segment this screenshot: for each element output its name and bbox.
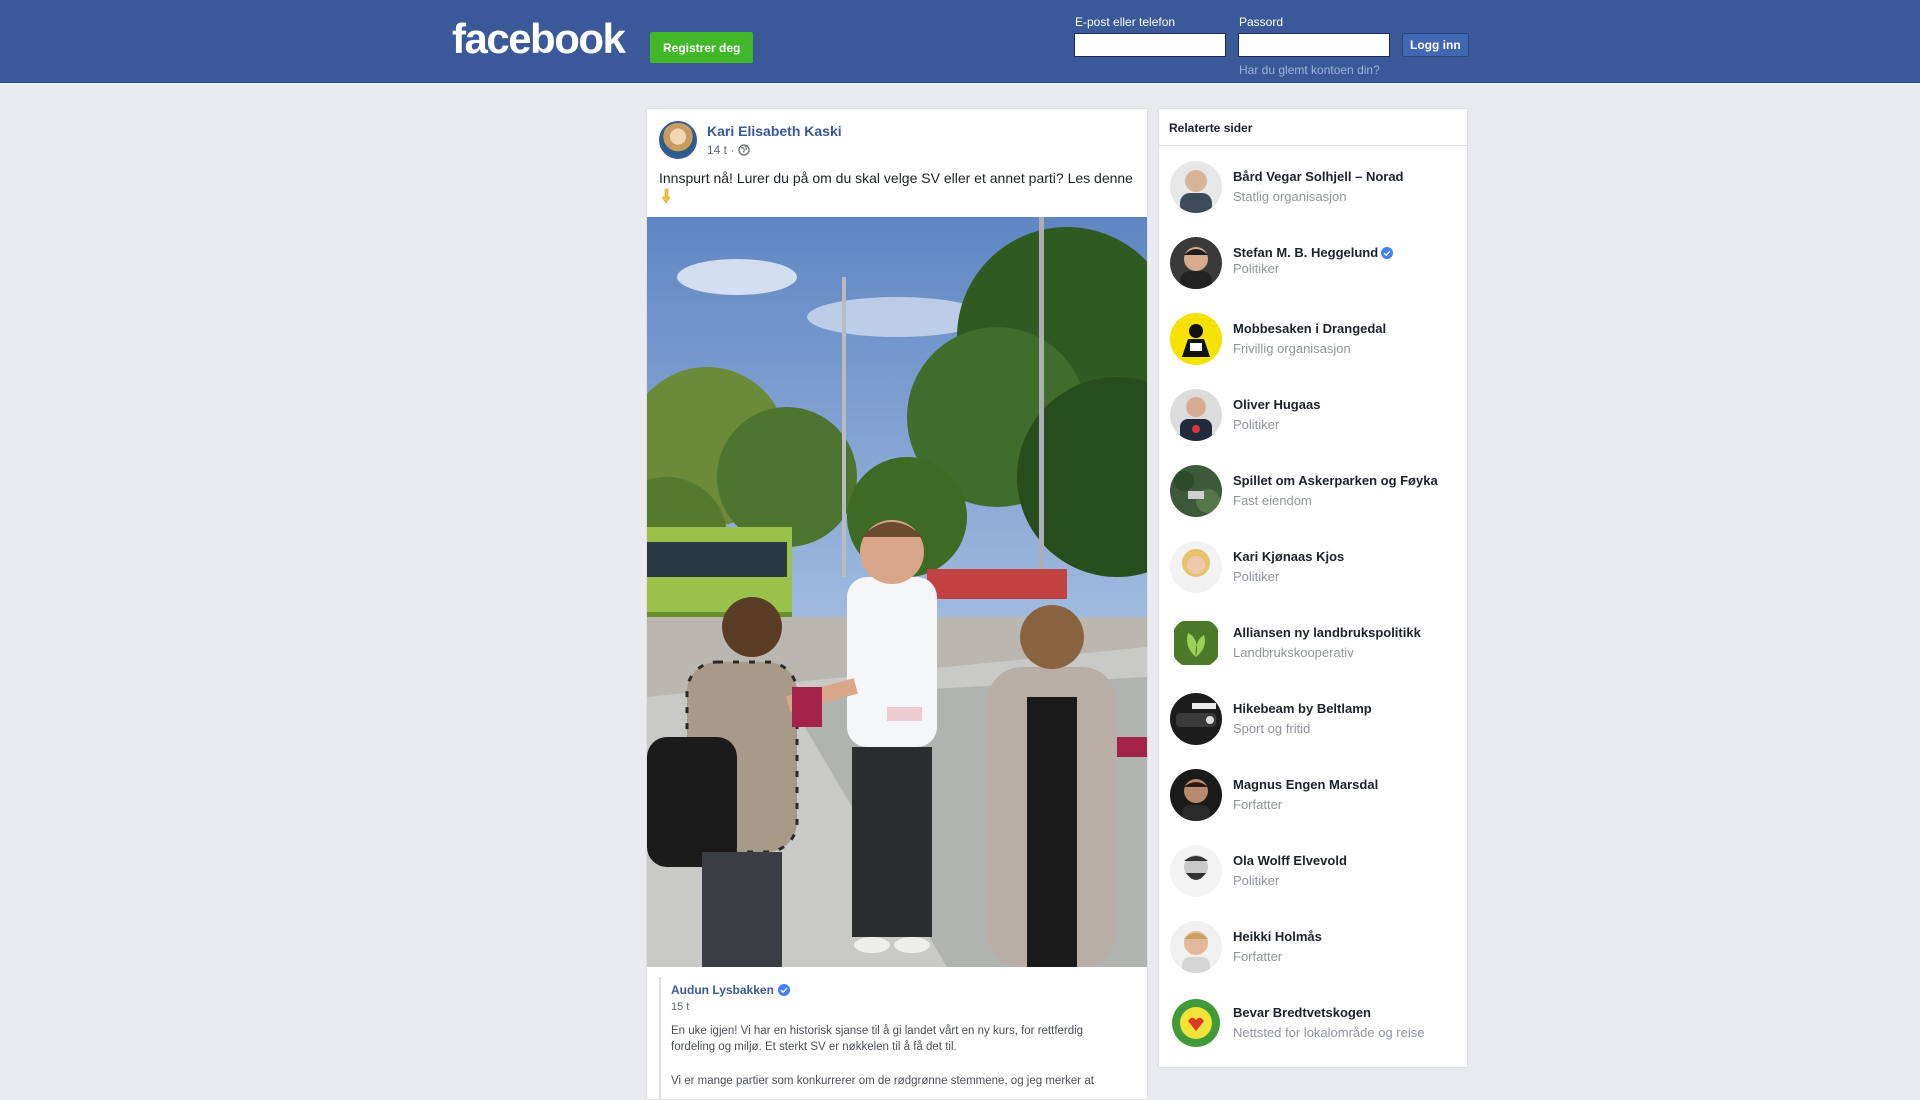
man-dark-hair-avatar-icon[interactable]	[1170, 237, 1222, 289]
page-name[interactable]: Magnus Engen Marsdal	[1233, 777, 1378, 792]
top-navigation-bar: facebook Registrer deg E-post eller tele…	[0, 0, 1920, 83]
facebook-logo[interactable]: facebook	[452, 18, 626, 60]
page-category: Forfatter	[1233, 949, 1283, 964]
shared-time[interactable]: 15 t	[671, 1001, 689, 1013]
blonde-woman-avatar-icon[interactable]	[1170, 541, 1222, 593]
page-category: Politiker	[1233, 417, 1280, 432]
page-name-text[interactable]: Oliver Hugaas	[1233, 397, 1320, 412]
related-page-item[interactable]: Hikebeam by Beltlamp Sport og fritid	[1159, 689, 1467, 751]
post-meta: 14 t ·	[707, 143, 750, 157]
aerial-park-avatar-icon[interactable]	[1170, 465, 1222, 517]
post-time[interactable]: 14 t ·	[707, 143, 734, 157]
shared-paragraph: En uke igjen! Vi har en historisk sjanse…	[671, 1025, 1084, 1053]
related-page-item[interactable]: Mobbesaken i Drangedal Frivillig organis…	[1159, 309, 1467, 371]
page-category: Politiker	[1233, 569, 1280, 584]
related-page-item[interactable]: Bård Vegar Solhjell – Norad Statlig orga…	[1159, 157, 1467, 219]
post-text: Innspurt nå! Lurer du på om du skal velg…	[659, 169, 1135, 207]
page-name-text[interactable]: Mobbesaken i Drangedal	[1233, 321, 1386, 336]
post-card: Kari Elisabeth Kaski 14 t · Innspurt nå!…	[646, 108, 1148, 1100]
page-name[interactable]: Kari Kjønaas Kjos	[1233, 549, 1344, 564]
page-name[interactable]: Alliansen ny landbrukspolitikk	[1233, 625, 1421, 640]
page-name[interactable]: Spillet om Askerparken og Føyka	[1233, 473, 1438, 488]
page-name[interactable]: Bård Vegar Solhjell – Norad	[1233, 169, 1404, 184]
forgot-account-link[interactable]: Har du glemt kontoen din?	[1239, 63, 1380, 77]
author-avatar[interactable]	[659, 121, 697, 159]
page-name-text[interactable]: Stefan M. B. Heggelund	[1233, 245, 1378, 260]
related-page-item[interactable]: Heikki Holmås Forfatter	[1159, 917, 1467, 979]
related-page-item[interactable]: Stefan M. B. Heggelund Politiker	[1159, 233, 1467, 295]
page-category: Frivillig organisasjon	[1233, 341, 1351, 356]
related-page-item[interactable]: Spillet om Askerparken og Føyka Fast eie…	[1159, 461, 1467, 523]
shared-author-name[interactable]: Audun Lysbakken	[671, 983, 774, 997]
related-page-item[interactable]: Kari Kjønaas Kjos Politiker	[1159, 537, 1467, 599]
register-button[interactable]: Registrer deg	[650, 32, 754, 63]
page-name[interactable]: Ola Wolff Elvevold	[1233, 853, 1347, 868]
email-input[interactable]	[1074, 33, 1226, 57]
related-pages-title: Relaterte sider	[1169, 121, 1253, 135]
post-author-link[interactable]: Kari Elisabeth Kaski	[707, 123, 842, 139]
related-page-item[interactable]: Bevar Bredtvetskogen Nettsted for lokalo…	[1159, 993, 1467, 1055]
page-name[interactable]: Mobbesaken i Drangedal	[1233, 321, 1386, 336]
page-name-text[interactable]: Ola Wolff Elvevold	[1233, 853, 1347, 868]
page-category: Politiker	[1233, 873, 1280, 888]
page-category: Forfatter	[1233, 797, 1283, 812]
post-photo[interactable]	[647, 217, 1147, 967]
page-category: Fast eiendom	[1233, 493, 1312, 508]
page-name-text[interactable]: Bård Vegar Solhjell – Norad	[1233, 169, 1404, 184]
email-label: E-post eller telefon	[1075, 15, 1176, 29]
page-name-text[interactable]: Heikki Holmås	[1233, 929, 1322, 944]
page-category: Politiker	[1233, 261, 1280, 276]
page-name[interactable]: Oliver Hugaas	[1233, 397, 1320, 412]
divider	[1159, 145, 1467, 146]
related-pages-panel: Relaterte sider Bård Vegar Solhjell – No…	[1158, 108, 1468, 1068]
globe-icon	[738, 144, 750, 156]
password-input[interactable]	[1238, 33, 1390, 57]
post-text-content: Innspurt nå! Lurer du på om du skal velg…	[659, 170, 1133, 186]
page-name[interactable]: Hikebeam by Beltlamp	[1233, 701, 1372, 716]
related-page-item[interactable]: Ola Wolff Elvevold Politiker	[1159, 841, 1467, 903]
verified-badge-icon	[777, 984, 790, 996]
page-name[interactable]: Heikki Holmås	[1233, 929, 1322, 944]
related-page-item[interactable]: Alliansen ny landbrukspolitikk Landbruks…	[1159, 613, 1467, 675]
password-label: Passord	[1239, 15, 1284, 29]
page-name[interactable]: Stefan M. B. Heggelund	[1233, 245, 1394, 260]
page-name-text[interactable]: Magnus Engen Marsdal	[1233, 777, 1378, 792]
bw-man-avatar-icon[interactable]	[1170, 845, 1222, 897]
pointing-down-emoji-icon	[661, 188, 671, 204]
headlamp-avatar-icon[interactable]	[1170, 693, 1222, 745]
shared-author[interactable]: Audun Lysbakken	[671, 983, 790, 997]
page-name-text[interactable]: Alliansen ny landbrukspolitikk	[1233, 625, 1421, 640]
man-dark-avatar-icon[interactable]	[1170, 769, 1222, 821]
man-suit-avatar-icon[interactable]	[1170, 389, 1222, 441]
page-name[interactable]: Bevar Bredtvetskogen	[1233, 1005, 1371, 1020]
page-category: Statlig organisasjon	[1233, 189, 1347, 204]
page-name-text[interactable]: Kari Kjønaas Kjos	[1233, 549, 1344, 564]
green-badge-avatar-icon[interactable]	[1170, 997, 1222, 1049]
yellow-logo-avatar-icon[interactable]	[1170, 313, 1222, 365]
page-name-text[interactable]: Spillet om Askerparken og Føyka	[1233, 473, 1438, 488]
page-category: Landbrukskooperativ	[1233, 645, 1354, 660]
green-leaf-avatar-icon[interactable]	[1170, 617, 1222, 669]
shared-paragraph: Vi er mange partier som konkurrerer om d…	[671, 1075, 1094, 1087]
related-page-item[interactable]: Oliver Hugaas Politiker	[1159, 385, 1467, 447]
blond-man-avatar-icon[interactable]	[1170, 921, 1222, 973]
verified-badge-icon	[1381, 246, 1394, 259]
page-name-text[interactable]: Bevar Bredtvetskogen	[1233, 1005, 1371, 1020]
related-page-item[interactable]: Magnus Engen Marsdal Forfatter	[1159, 765, 1467, 827]
page-category: Sport og fritid	[1233, 721, 1311, 736]
bald-man-avatar-icon[interactable]	[1170, 161, 1222, 213]
page-category: Nettsted for lokalområde og reise	[1233, 1025, 1425, 1040]
page-name-text[interactable]: Hikebeam by Beltlamp	[1233, 701, 1372, 716]
login-button[interactable]: Logg inn	[1402, 33, 1469, 57]
street-scene-image	[647, 217, 1147, 967]
shared-post[interactable]: Audun Lysbakken 15 t En uke igjen! Vi ha…	[659, 977, 1135, 1099]
